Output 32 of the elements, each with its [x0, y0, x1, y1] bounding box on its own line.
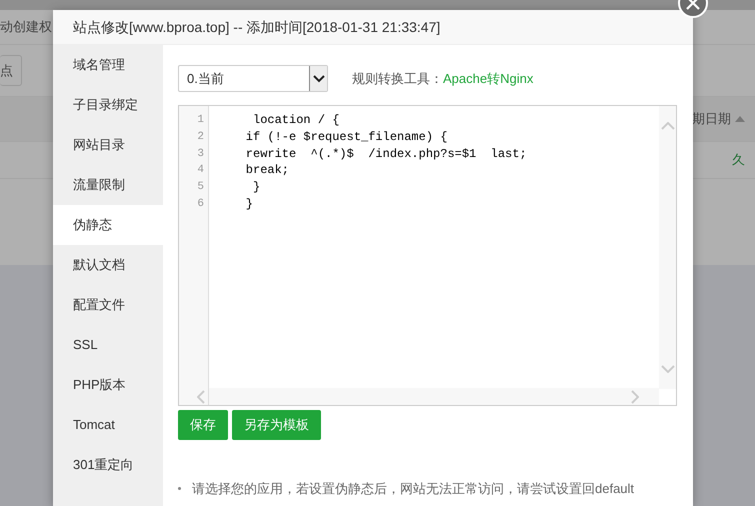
status-text: 久 [732, 151, 745, 170]
sidebar-item[interactable]: 配置文件 [53, 285, 163, 325]
sidebar-item[interactable]: 伪静态 [53, 205, 163, 245]
code-line: rewrite ^(.*)$ /index.php?s=$1 last; [244, 146, 527, 162]
line-number: 5 [196, 180, 205, 196]
sidebar-item[interactable]: 默认文档 [53, 245, 163, 285]
code-line: } [244, 196, 254, 213]
converter-label: 规则转换工具： [352, 70, 443, 88]
sidebar-item[interactable]: 301重定向 [53, 445, 163, 485]
code-line: location / { [252, 112, 340, 129]
line-number: 1 [196, 113, 205, 128]
sidebar-item[interactable]: 流量限制 [53, 165, 163, 205]
code-editor[interactable]: 1 2 3 4 5 6 location / { if (!-e $request_filename) { rewrite ^(.*)$ /index.php?s=$1 last; break; } } [178, 105, 677, 406]
sidebar-item[interactable]: SSL [53, 325, 163, 365]
note-text: 请选择您的应用，若设置伪静态后，网站无法正常访问，请尝试设置回default [192, 478, 678, 499]
code-line: if (!-e $request_filename) { [244, 128, 448, 146]
code-line: } [252, 179, 260, 196]
template-select[interactable]: 0.当前 [178, 65, 328, 92]
code-line: break; [244, 162, 290, 180]
sidebar-item[interactable]: PHP版本 [53, 365, 163, 405]
sidebar-item[interactable]: 子目录绑定 [53, 85, 163, 125]
background-text: 动创建权 [0, 18, 52, 36]
dialog-title: 站点修改[www.bproa.top] -- 添加时间[2018-01-31 21:33:47] [53, 10, 693, 45]
sidebar-item[interactable]: 网站目录 [53, 125, 163, 165]
sidebar-item[interactable]: 域名管理 [53, 45, 163, 85]
column-header: 期日期 [692, 110, 731, 128]
line-number: 3 [196, 146, 205, 162]
sidebar-item[interactable]: Tomcat [53, 405, 163, 445]
line-number: 4 [196, 163, 205, 178]
background-button[interactable]: 点 [0, 54, 22, 86]
line-number: 6 [196, 196, 205, 212]
line-number: 2 [196, 130, 205, 145]
